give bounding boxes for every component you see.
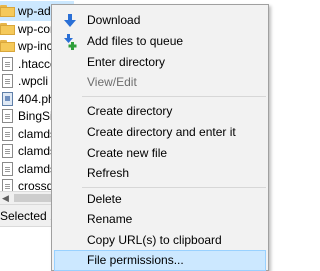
menu-item-file-permissions[interactable]: File permissions... [54,250,266,271]
menu-item-label: File permissions... [87,253,184,267]
file-name: .wpcli [18,74,49,88]
menu-item-label: Enter directory [87,55,166,69]
menu-item-label: Create new file [87,146,168,160]
download-arrow-icon [62,13,78,29]
menu-item-create-directory-and-enter[interactable]: Create directory and enter it [54,122,266,143]
menu-item-label: Delete [87,192,122,206]
folder-icon [0,39,16,53]
menu-item-label: Create directory [87,104,173,118]
php-file-icon [0,92,16,106]
menu-item-label: Rename [87,212,133,226]
menu-item-label: Copy URL(s) to clipboard [87,233,222,247]
menu-item-create-new-file[interactable]: Create new file [54,143,266,164]
context-menu: Download Add files to queue Enter direct… [51,4,269,271]
menu-item-add-files-to-queue[interactable]: Add files to queue [54,31,266,52]
file-icon [0,57,16,71]
file-icon [0,144,16,158]
add-to-queue-icon [62,34,78,50]
menu-item-view-edit: View/Edit [54,72,266,93]
menu-separator [82,96,266,97]
menu-item-label: View/Edit [87,75,137,89]
folder-icon [0,22,16,36]
menu-item-label: Add files to queue [87,34,184,48]
menu-item-refresh[interactable]: Refresh [54,163,266,184]
menu-separator [82,187,266,188]
menu-item-download[interactable]: Download [54,10,266,31]
menu-item-create-directory[interactable]: Create directory [54,101,266,122]
menu-item-label: Refresh [87,166,130,180]
menu-item-delete[interactable]: Delete [54,189,266,210]
file-icon [0,162,16,176]
scroll-left-arrow-icon[interactable]: ◀ [2,193,9,204]
file-icon [0,109,16,123]
file-icon [0,74,16,88]
menu-item-copy-url[interactable]: Copy URL(s) to clipboard [54,230,266,251]
menu-item-label: Create directory and enter it [87,125,236,139]
menu-item-enter-directory[interactable]: Enter directory [54,52,266,73]
file-icon [0,127,16,141]
folder-icon [0,4,16,18]
menu-item-rename[interactable]: Rename [54,209,266,230]
menu-item-label: Download [87,13,141,27]
